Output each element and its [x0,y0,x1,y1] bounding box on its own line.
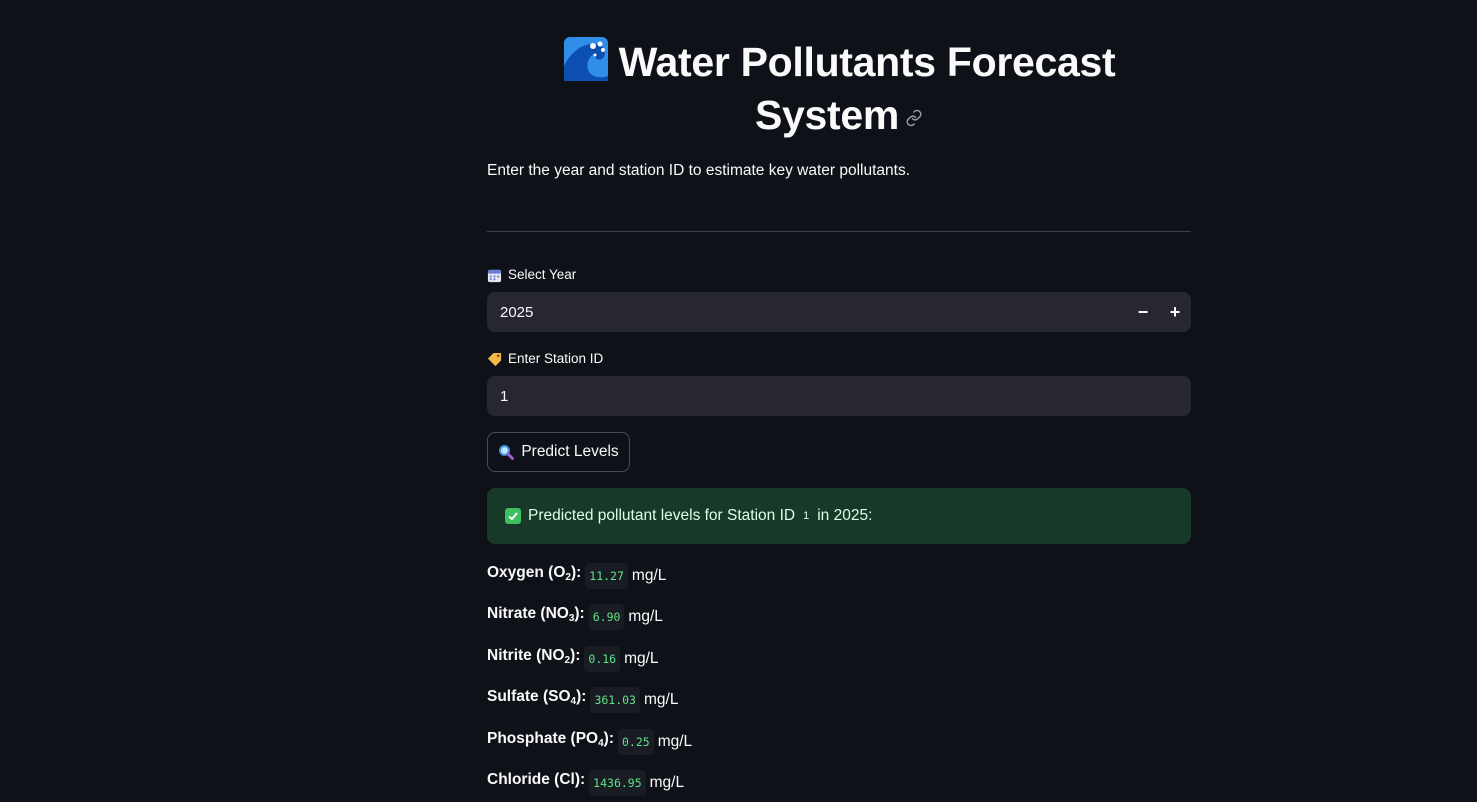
result-unit: mg/L [643,690,679,708]
station-id-input[interactable]: 1 [487,376,1191,416]
year-label-text: Select Year [508,267,577,282]
result-unit: mg/L [628,607,663,625]
year-number-input[interactable]: 2025 − + [487,292,1191,332]
predict-button-label: Predict Levels [521,443,619,460]
result-unit: mg/L [624,649,659,667]
result-name: Phosphate (PO4): [487,730,614,749]
success-prefix: Predicted pollutant levels for Station I… [528,507,796,524]
year-input-value[interactable]: 2025 [500,304,1127,321]
result-value: 11.27 [585,562,628,589]
calendar-icon [487,269,502,282]
station-input-value[interactable]: 1 [500,388,1191,405]
result-sulfate: Sulfate (SO4): 361.03 mg/L [487,686,678,713]
result-value: 1436.95 [589,769,646,796]
water-wave-icon [563,37,608,81]
label-tag-icon [487,352,502,366]
success-station: 1 [803,510,810,522]
result-value: 0.16 [584,645,621,672]
result-value: 6.90 [588,603,625,630]
result-oxygen: Oxygen (O2): 11.27 mg/L [487,562,666,589]
result-unit: mg/L [631,566,667,584]
result-phosphate: Phosphate (PO4): 0.25 mg/L [487,728,692,755]
anchor-link-icon[interactable] [905,109,923,127]
result-unit: mg/L [649,773,685,791]
result-nitrite: Nitrite (NO2): 0.16 mg/L [487,645,659,672]
year-label: Select Year [487,266,576,284]
result-name: Nitrate (NO3): [487,605,585,624]
result-nitrate: Nitrate (NO3): 6.90 mg/L [487,603,663,630]
year-stepper: − + [1127,292,1191,332]
station-label-text: Enter Station ID [508,351,604,366]
increment-button[interactable]: + [1159,292,1191,332]
divider [487,231,1191,232]
title-line-2: System [754,92,900,138]
station-label: Enter Station ID [487,350,603,368]
page-title: Water Pollutants Forecast System [487,36,1191,142]
success-suffix: in 2025: [817,507,873,524]
magnifier-icon [499,445,515,460]
result-value: 361.03 [590,686,640,713]
result-value: 0.25 [618,728,654,755]
result-chloride: Chloride (Cl): 1436.95 mg/L [487,769,684,796]
success-alert: Predicted pollutant levels for Station I… [487,488,1191,544]
result-name: Oxygen (O2): [487,564,582,583]
result-unit: mg/L [657,732,693,750]
page-subtitle: Enter the year and station ID to estimat… [487,162,911,179]
predict-levels-button[interactable]: Predict Levels [487,432,630,472]
title-line-1: Water Pollutants Forecast [618,39,1116,85]
decrement-button[interactable]: − [1127,292,1159,332]
result-name: Nitrite (NO2): [487,647,581,666]
result-name: Sulfate (SO4): [487,688,587,707]
check-mark-icon [505,508,521,524]
result-name: Chloride (Cl): [487,771,586,788]
